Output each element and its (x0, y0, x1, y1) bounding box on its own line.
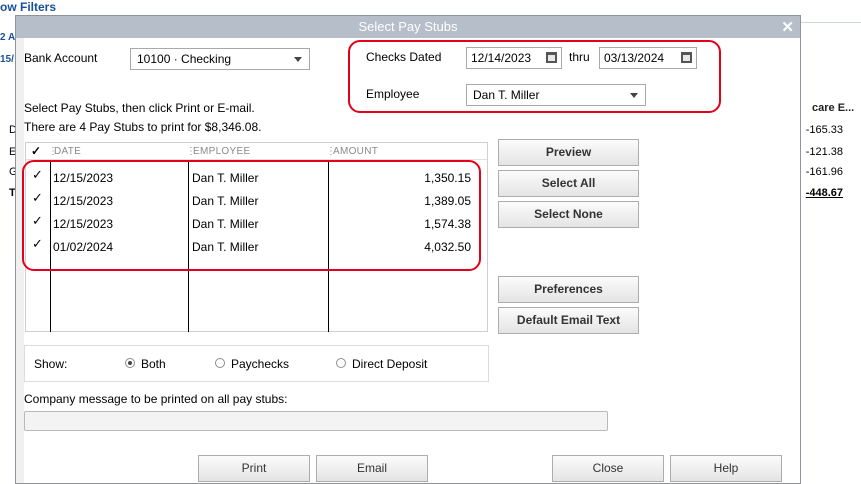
radio-paychecks[interactable] (215, 358, 225, 368)
employee-value: Dan T. Miller (473, 88, 540, 102)
checks-dated-label: Checks Dated (366, 50, 442, 64)
close-button[interactable]: Close (552, 455, 664, 482)
table-header: ✓ ⋮ DATE ⋮ EMPLOYEE ⋮ AMOUNT (26, 143, 487, 160)
show-filter-group: Show: Both Paychecks Direct Deposit (24, 345, 489, 382)
employee-dropdown[interactable]: Dan T. Miller (466, 84, 646, 106)
highlight-rows-box (22, 160, 481, 271)
date-from-value: 12/14/2023 (471, 51, 532, 65)
preferences-button[interactable]: Preferences (498, 276, 639, 303)
company-message-input[interactable] (24, 411, 608, 431)
dialog-title: Select Pay Stubs (358, 19, 458, 34)
chevron-down-icon (294, 57, 302, 62)
chevron-down-icon (630, 93, 638, 98)
instructions-line2: There are 4 Pay Stubs to print for $8,34… (24, 120, 262, 134)
background-value: -161.96 (805, 166, 843, 178)
company-message-label: Company message to be printed on all pay… (24, 392, 288, 406)
employee-label: Employee (366, 87, 420, 101)
check-column-header[interactable]: ✓ (31, 144, 41, 158)
instructions-line1: Select Pay Stubs, then click Print or E-… (24, 101, 255, 115)
date-to-value: 03/13/2024 (604, 51, 665, 65)
calendar-icon[interactable] (546, 52, 557, 63)
radio-both-label[interactable]: Both (141, 357, 166, 371)
dialog-titlebar[interactable]: Select Pay Stubs ✕ (16, 16, 800, 38)
calendar-icon[interactable] (681, 52, 692, 63)
background-total: -448.67 (805, 187, 843, 199)
date-column-header[interactable]: DATE (54, 146, 81, 157)
email-button[interactable]: Email (316, 455, 428, 482)
show-filters-link[interactable]: ow Filters (0, 0, 56, 14)
radio-direct-deposit-label[interactable]: Direct Deposit (352, 357, 427, 371)
preview-button[interactable]: Preview (498, 139, 639, 166)
background-fragment: 15/ (0, 54, 14, 65)
background-fragment: 2 A (0, 32, 16, 43)
help-button[interactable]: Help (670, 455, 782, 482)
background-column-header: care E... (812, 102, 855, 114)
thru-label: thru (569, 50, 590, 64)
date-to-field[interactable]: 03/13/2024 (599, 47, 697, 69)
select-all-button[interactable]: Select All (498, 170, 639, 197)
default-email-text-button[interactable]: Default Email Text (498, 307, 639, 334)
select-none-button[interactable]: Select None (498, 201, 639, 228)
background-divider (801, 22, 861, 23)
dialog-body: Bank Account 10100 · Checking Checks Dat… (22, 38, 800, 483)
show-label: Show: (34, 357, 68, 371)
radio-paychecks-label[interactable]: Paychecks (231, 357, 289, 371)
background-value: -121.38 (805, 146, 843, 158)
bank-account-dropdown[interactable]: 10100 · Checking (130, 48, 310, 70)
amount-column-header[interactable]: AMOUNT (333, 146, 378, 157)
date-from-field[interactable]: 12/14/2023 (466, 47, 562, 69)
background-value: -165.33 (805, 124, 843, 136)
select-pay-stubs-dialog: Select Pay Stubs ✕ Bank Account 10100 · … (15, 15, 801, 484)
radio-both[interactable] (125, 358, 135, 368)
employee-column-header[interactable]: EMPLOYEE (193, 146, 250, 157)
radio-direct-deposit[interactable] (336, 358, 346, 368)
bank-account-label: Bank Account (24, 51, 98, 65)
print-button[interactable]: Print (198, 455, 310, 482)
close-icon[interactable]: ✕ (781, 18, 794, 36)
bank-account-value: 10100 · Checking (137, 52, 232, 66)
